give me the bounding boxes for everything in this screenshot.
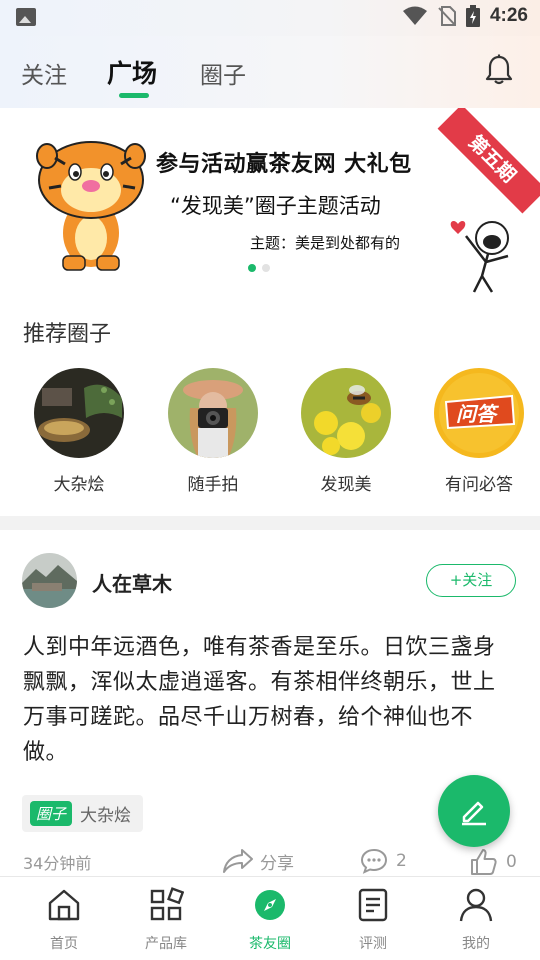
circle-label: 大杂烩: [53, 475, 105, 495]
user-icon: [459, 888, 493, 922]
nav-tea-circle[interactable]: 茶友圈: [230, 887, 310, 953]
tag-type-badge: 圈子: [30, 801, 73, 826]
share-button[interactable]: 分享: [222, 848, 294, 874]
nav-reviews[interactable]: 评测: [333, 887, 413, 953]
tag-name: 大杂烩: [80, 806, 132, 826]
status-bar: 4:26: [0, 0, 540, 36]
banner-subtitle: “发现美”圈子主题活动: [170, 194, 381, 218]
camera-person-image: [168, 368, 258, 458]
qa-badge-text: 问答: [456, 402, 496, 426]
comment-count: 2: [396, 851, 407, 871]
circle-item-dazahui[interactable]: 大杂烩: [19, 368, 139, 495]
grid-icon: [150, 887, 185, 921]
status-time: 4:26: [489, 5, 528, 26]
banner-title: 参与活动赢茶友网 大礼包: [156, 152, 412, 177]
active-tab-indicator: [119, 93, 149, 98]
wifi-icon: [402, 6, 427, 25]
tiger-mascot-image: [36, 141, 146, 271]
compass-icon: [255, 890, 285, 920]
post-circle-tag[interactable]: 圈子 大杂烩: [22, 795, 144, 832]
post-content[interactable]: 人到中年远酒色，唯有茶香是至乐。日饮三盏身飘飘，浑似太虚逍遥客。有茶相伴终朝乐，…: [23, 630, 517, 770]
carousel-dot: [262, 264, 270, 272]
tea-scene-image: [34, 368, 124, 458]
share-icon: [223, 849, 253, 873]
bee-flower-image: [301, 368, 391, 458]
battery-charging-icon: [465, 5, 480, 27]
like-count: 0: [506, 852, 517, 872]
thumbs-up-icon: [471, 849, 497, 875]
circle-item-youwenbida[interactable]: 问答 有问必答: [419, 368, 539, 495]
comment-icon: [360, 848, 388, 874]
nav-label: 茶友圈: [249, 936, 291, 952]
user-avatar[interactable]: [22, 553, 77, 608]
nav-home[interactable]: 首页: [24, 887, 104, 953]
status-icons: 4:26: [402, 5, 528, 27]
nav-label: 评测: [359, 936, 387, 952]
circle-item-suishoupai[interactable]: 随手拍: [153, 368, 273, 495]
compose-fab-button[interactable]: [438, 775, 510, 847]
section-divider: [0, 516, 540, 530]
tab-square[interactable]: 广场: [107, 54, 157, 90]
pencil-icon: [462, 801, 486, 826]
gallery-notification-icon: [16, 8, 36, 26]
activity-banner[interactable]: 参与活动赢茶友网 大礼包 “发现美”圈子主题活动 主题：美是到处都有的 第五期: [0, 108, 540, 294]
tab-follow[interactable]: 关注: [21, 56, 67, 90]
share-label: 分享: [260, 853, 294, 874]
home-icon: [48, 889, 80, 921]
banner-theme: 主题：美是到处都有的: [250, 234, 401, 252]
no-sim-icon: [438, 6, 456, 26]
post-meta-bar: 34分钟前 分享 2 0: [0, 848, 540, 876]
circle-item-faxianmei[interactable]: 发现美: [286, 368, 406, 495]
issue-ribbon: 第五期: [437, 108, 540, 214]
nav-label: 我的: [462, 936, 490, 952]
bell-icon[interactable]: [484, 54, 514, 86]
post-timestamp: 34分钟前: [23, 854, 92, 873]
circle-label: 发现美: [320, 475, 372, 495]
nav-label: 首页: [50, 936, 78, 952]
post-username[interactable]: 人在草木: [92, 568, 172, 597]
circle-label: 有问必答: [445, 475, 513, 495]
recommended-circles-title: 推荐圈子: [23, 322, 112, 347]
follow-button[interactable]: +关注: [426, 564, 516, 597]
stickman-heart-image: [450, 221, 509, 293]
carousel-dot-active: [248, 264, 256, 272]
tab-circles[interactable]: 圈子: [200, 56, 246, 90]
nav-label: 产品库: [145, 936, 187, 952]
top-tab-bar: 关注 广场 圈子: [0, 36, 540, 108]
bottom-navigation: 首页 产品库 茶友圈 评测 我的: [0, 876, 540, 960]
nav-profile[interactable]: 我的: [436, 887, 516, 953]
comment-button[interactable]: 2: [360, 848, 407, 874]
qa-badge-image: 问答: [434, 368, 524, 458]
nav-products[interactable]: 产品库: [126, 887, 206, 953]
circle-label: 随手拍: [187, 475, 239, 495]
like-button[interactable]: 0: [470, 848, 517, 876]
list-icon: [358, 888, 388, 922]
